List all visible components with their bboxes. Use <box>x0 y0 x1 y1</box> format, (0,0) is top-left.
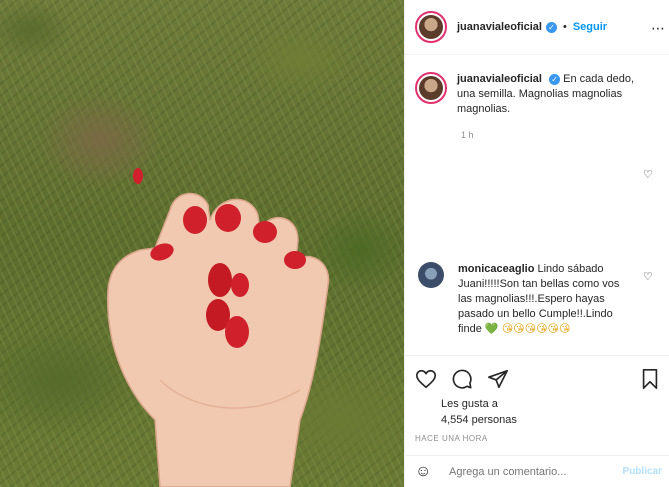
follow-button[interactable]: Seguir <box>573 21 607 33</box>
caption-time: 1 h <box>461 130 474 140</box>
verified-icon: ✓ <box>549 73 561 85</box>
verified-icon: ✓ <box>545 21 557 33</box>
commenter-username[interactable]: monicaceaglio <box>458 263 534 275</box>
kiss-emojis: 😘😘😘😘😘😘 <box>501 323 571 335</box>
comment-input[interactable] <box>449 465 619 478</box>
bookmark-icon[interactable] <box>640 368 660 390</box>
comment-composer: ☺ Publicar <box>405 455 669 487</box>
separator-dot: • <box>562 21 567 33</box>
caption-username[interactable]: juanavialeoficial <box>457 73 542 85</box>
author-avatar[interactable] <box>415 11 447 43</box>
likes-number[interactable]: 4,554 personas <box>441 412 517 428</box>
likes-count[interactable]: Les gusta a 4,554 personas <box>441 396 517 428</box>
like-heart-icon[interactable] <box>415 368 437 390</box>
comment-bubble-icon[interactable] <box>451 368 473 390</box>
heart-icon[interactable]: ♡ <box>643 168 653 181</box>
publish-button[interactable]: Publicar <box>623 466 662 477</box>
emoji-icon[interactable]: ☺ <box>415 462 435 482</box>
green-heart-emoji: 💚 <box>484 323 499 335</box>
comment-heart-icon[interactable]: ♡ <box>643 270 653 283</box>
post-photo[interactable] <box>0 0 404 487</box>
post-sidebar: juanavialeoficial ✓ • Seguir ⋯ juanavial… <box>404 0 669 487</box>
post-timestamp: HACE UNA HORA <box>415 434 488 443</box>
commenter-avatar[interactable] <box>418 262 444 288</box>
caption-avatar[interactable] <box>415 72 447 104</box>
post-actions: Les gusta a 4,554 personas HACE UNA HORA <box>405 355 669 455</box>
caption: juanavialeoficial ✓ En cada dedo, una se… <box>415 72 660 117</box>
likes-prefix: Les gusta a <box>441 398 498 410</box>
author-username[interactable]: juanavialeoficial <box>457 21 542 33</box>
more-options-icon[interactable]: ⋯ <box>651 20 666 37</box>
hand-with-seeds <box>107 192 330 487</box>
post-header: juanavialeoficial ✓ • Seguir ⋯ <box>405 0 669 55</box>
comment-item: monicaceaglio Lindo sábado Juani!!!!!Son… <box>415 262 660 337</box>
share-send-icon[interactable] <box>487 368 509 390</box>
